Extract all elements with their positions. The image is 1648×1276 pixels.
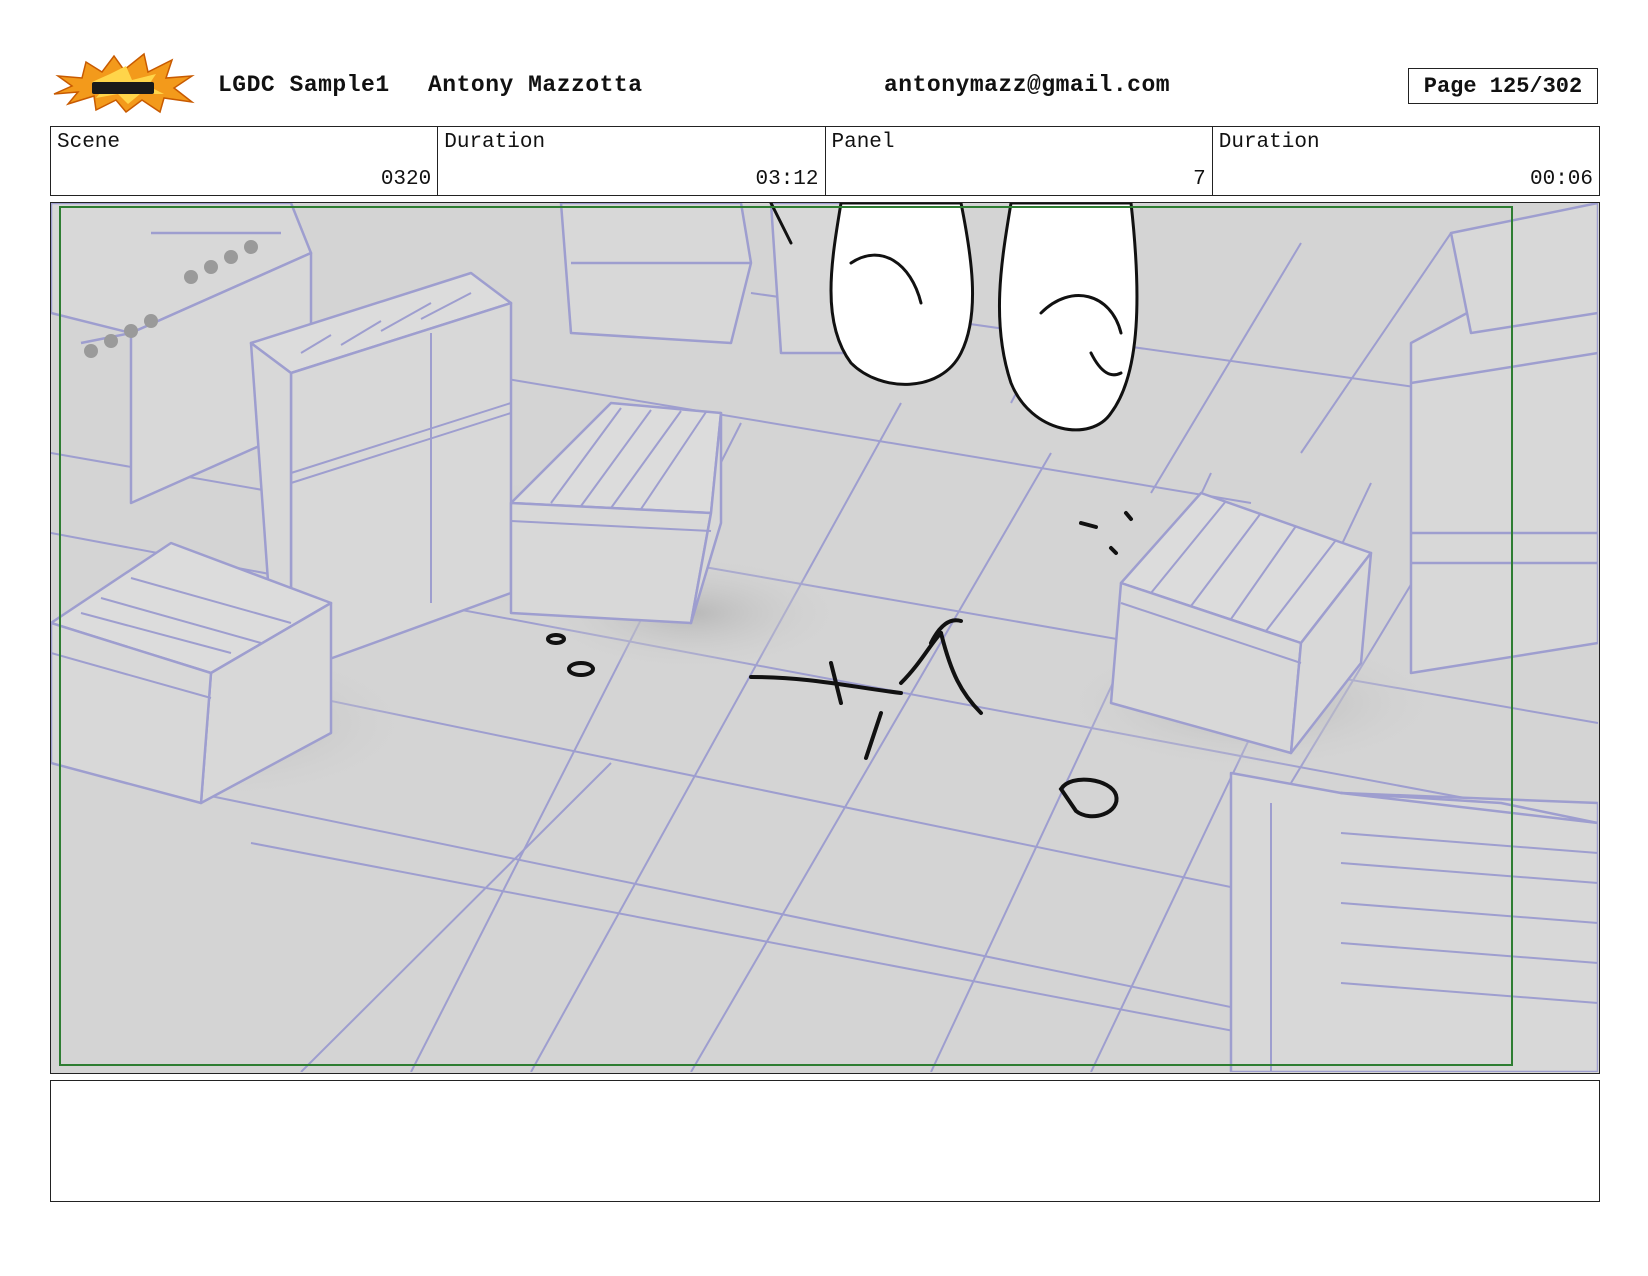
- panel-label: Panel: [831, 131, 895, 154]
- project-title: LGDC Sample1: [218, 72, 390, 98]
- author-email: antonymazz@gmail.com: [884, 72, 1171, 98]
- scene-cell: Scene 0320: [51, 127, 439, 195]
- toon-boom-logo: [52, 52, 198, 114]
- panel-duration-cell: Duration 00:06: [1213, 127, 1599, 195]
- page-indicator: Page 125/302: [1408, 68, 1598, 104]
- page-number-text: Page 125/302: [1423, 73, 1583, 99]
- panel-duration-value: 00:06: [1529, 168, 1593, 191]
- panel-notes-box: [50, 1080, 1600, 1202]
- panel-drawing: [51, 203, 1598, 1072]
- scene-duration-label: Duration: [444, 131, 546, 154]
- scene-duration-cell: Duration 03:12: [438, 127, 826, 195]
- scene-value: 0320: [380, 168, 432, 191]
- scene-info-table: Scene 0320 Duration 03:12 Panel 7 Durati…: [50, 126, 1600, 196]
- panel-value: 7: [1193, 168, 1206, 191]
- panel-cell: Panel 7: [826, 127, 1213, 195]
- scene-label: Scene: [57, 131, 121, 154]
- panel-duration-label: Duration: [1218, 131, 1320, 154]
- storyboard-panel: [50, 202, 1600, 1074]
- scene-duration-value: 03:12: [755, 168, 819, 191]
- author-name: Antony Mazzotta: [428, 72, 643, 98]
